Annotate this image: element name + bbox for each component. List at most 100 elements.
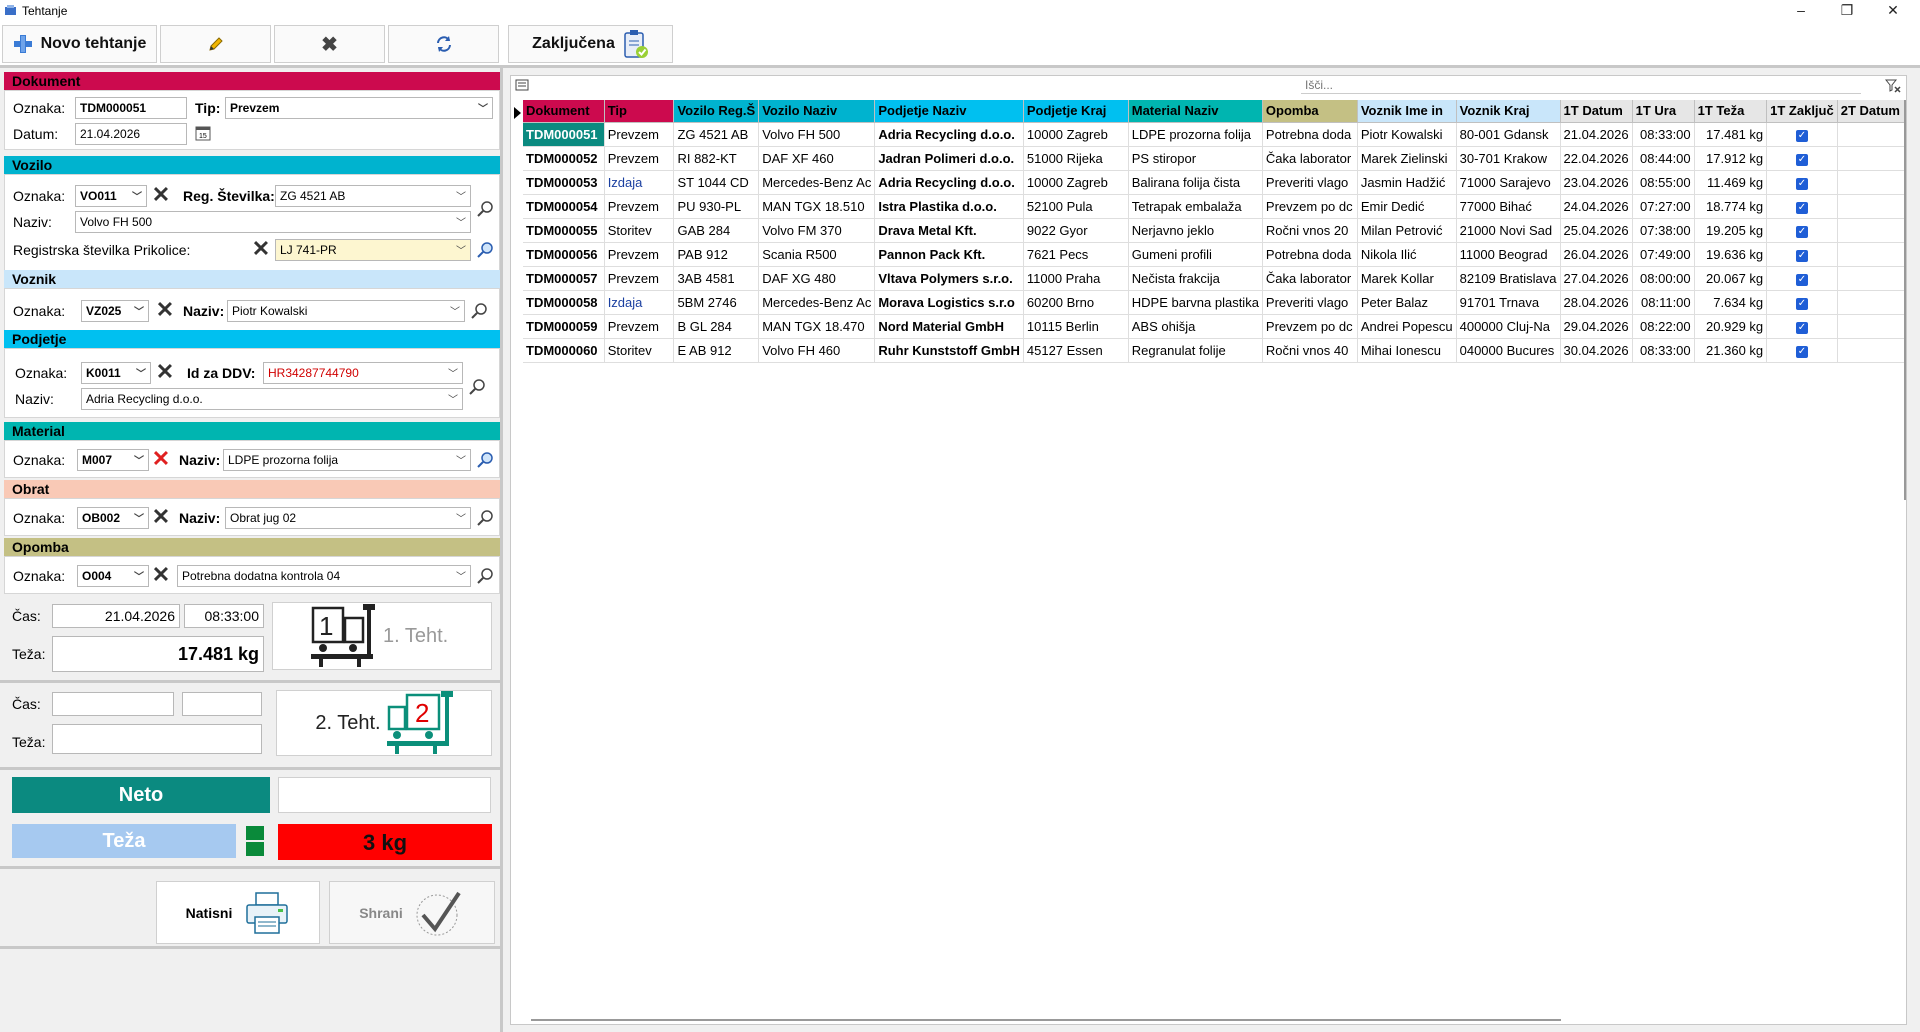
clear-obrat-icon[interactable]: ✕: [151, 506, 171, 528]
search-icon[interactable]: [475, 508, 495, 528]
maximize-button[interactable]: ❐: [1824, 0, 1870, 22]
teht1-datum-field[interactable]: 21.04.2026: [52, 604, 180, 628]
table-cell: Regranulat folije: [1128, 338, 1263, 363]
print-label: Natisni: [185, 904, 233, 921]
dokument-section: Oznaka: TDM000051 Tip: Prevzem ﹀ Datum: 2…: [4, 90, 500, 150]
dokument-datum-field[interactable]: 21.04.2026: [75, 123, 187, 145]
checkbox-checked-icon[interactable]: ✓: [1795, 298, 1808, 310]
calendar-icon[interactable]: 15: [195, 125, 211, 141]
search-icon[interactable]: [475, 199, 495, 219]
obrat-naziv-select[interactable]: Obrat jug 02 ﹀: [225, 507, 471, 529]
table-row[interactable]: TDM000054 Prevzem PU 930-PL MAN TGX 18.510 I…: [523, 194, 1907, 219]
table-cell: TDM000059: [523, 314, 605, 339]
opomba-naziv-select[interactable]: Potrebna dodatna kontrola 04 ﹀: [177, 565, 471, 587]
table-row[interactable]: TDM000057 Prevzem 3AB 4581 DAF XG 480 Vltava…: [523, 266, 1907, 291]
table-cell: 17.912 kg: [1694, 146, 1768, 171]
column-header[interactable]: Voznik Ime in: [1357, 100, 1457, 123]
save-button[interactable]: Shrani: [329, 881, 495, 944]
dokument-oznaka-label: Oznaka:: [13, 100, 66, 116]
column-header[interactable]: Opomba: [1262, 100, 1358, 123]
column-header[interactable]: Voznik Kraj: [1456, 100, 1561, 123]
table-row[interactable]: TDM000060 Storitev E AB 912 Volvo FH 460 Ruh…: [523, 338, 1907, 363]
column-header[interactable]: 1T Teža: [1694, 100, 1768, 123]
checkbox-checked-icon[interactable]: ✓: [1795, 250, 1808, 262]
minimize-button[interactable]: –: [1778, 0, 1824, 22]
table-cell: Milan Petrović: [1357, 218, 1457, 243]
teht2-datum-field[interactable]: [52, 692, 174, 716]
material-naziv-select[interactable]: LDPE prozorna folija ﹀: [223, 449, 471, 471]
vozilo-oznaka-select[interactable]: VO011 ﹀: [75, 185, 147, 207]
column-header[interactable]: Material Naziv: [1128, 100, 1263, 123]
closed-toggle-button[interactable]: Zaključena: [508, 25, 673, 63]
vozilo-reg-select[interactable]: ZG 4521 AB ﹀: [275, 185, 471, 207]
opomba-oznaka-select[interactable]: O004 ﹀: [77, 565, 149, 587]
search-icon[interactable]: [475, 450, 495, 470]
checkbox-checked-icon[interactable]: ✓: [1795, 202, 1808, 214]
search-icon[interactable]: [475, 566, 495, 586]
podjetje-ddv-select[interactable]: HR34287744790 ﹀: [263, 362, 463, 384]
teht2-teza-field[interactable]: [52, 724, 262, 754]
column-header[interactable]: Tip: [604, 100, 675, 123]
column-header[interactable]: Dokument: [523, 100, 605, 123]
table-row[interactable]: TDM000052 Prevzem RI 882-KT DAF XF 460 Jadra…: [523, 146, 1907, 171]
checkbox-checked-icon[interactable]: ✓: [1795, 322, 1808, 334]
podjetje-naziv-select[interactable]: Adria Recycling d.o.o. ﹀: [81, 388, 463, 410]
search-icon[interactable]: [475, 240, 495, 260]
checkbox-checked-icon[interactable]: ✓: [1795, 130, 1808, 142]
clear-podjetje-icon[interactable]: ✕: [155, 361, 175, 383]
column-header[interactable]: Podjetje Naziv: [874, 100, 1024, 123]
clear-voznik-icon[interactable]: ✕: [155, 299, 175, 321]
checkbox-checked-icon[interactable]: ✓: [1795, 226, 1808, 238]
checkbox-checked-icon[interactable]: ✓: [1795, 346, 1808, 358]
column-chooser-icon[interactable]: [515, 78, 529, 92]
horizontal-scrollbar[interactable]: [531, 1019, 1561, 1021]
weighing-2-button[interactable]: 2. Teht. 2: [276, 690, 492, 756]
search-icon[interactable]: [469, 301, 489, 321]
teht2-ura-field[interactable]: [182, 692, 262, 716]
column-header[interactable]: 1T Datum: [1560, 100, 1633, 123]
checkbox-checked-icon[interactable]: ✓: [1795, 154, 1808, 166]
table-row[interactable]: TDM000051 Prevzem ZG 4521 AB Volvo FH 500 Ad…: [523, 122, 1907, 147]
checkbox-checked-icon[interactable]: ✓: [1795, 178, 1808, 190]
column-header[interactable]: Vozilo Reg.Š: [673, 100, 760, 123]
teht1-ura-field[interactable]: 08:33:00: [184, 604, 264, 628]
edit-button[interactable]: [160, 25, 271, 63]
dokument-tip-select[interactable]: Prevzem ﹀: [225, 97, 493, 119]
material-oznaka-select[interactable]: M007 ﹀: [77, 449, 149, 471]
clear-prikolica-icon[interactable]: ✕: [251, 238, 271, 260]
delete-button[interactable]: ✖: [274, 25, 385, 63]
table-row[interactable]: TDM000059 Prevzem B GL 284 MAN TGX 18.470 No…: [523, 314, 1907, 339]
weighing-1-button[interactable]: 1 1. Teht.: [272, 602, 492, 670]
voznik-naziv-select[interactable]: Piotr Kowalski ﹀: [227, 300, 465, 322]
clear-filter-icon[interactable]: [1885, 78, 1901, 94]
checkbox-checked-icon[interactable]: ✓: [1795, 274, 1808, 286]
table-row[interactable]: TDM000053 Izdaja ST 1044 CD Mercedes-Benz A…: [523, 170, 1907, 195]
table-row[interactable]: TDM000058 Izdaja 5BM 2746 Mercedes-Benz Ac M…: [523, 290, 1907, 315]
column-header[interactable]: Vozilo Naziv: [758, 100, 876, 123]
grid-search-input[interactable]: [1301, 76, 1861, 94]
obrat-oznaka-select[interactable]: OB002 ﹀: [77, 507, 149, 529]
vozilo-prikolica-select[interactable]: LJ 741-PR ﹀: [275, 239, 471, 261]
column-header[interactable]: 1T Ura: [1632, 100, 1695, 123]
search-icon[interactable]: [467, 377, 487, 397]
vozilo-naziv-select[interactable]: Volvo FH 500 ﹀: [75, 211, 471, 233]
dokument-header: Dokument: [4, 72, 500, 90]
column-header[interactable]: 1T Zaključ: [1766, 100, 1838, 123]
clear-material-icon[interactable]: ✕: [151, 448, 171, 470]
new-weighing-button[interactable]: Novo tehtanje: [2, 25, 157, 63]
clear-vozilo-icon[interactable]: ✕: [151, 184, 171, 206]
table-row[interactable]: TDM000055 Storitev GAB 284 Volvo FM 370 Drav…: [523, 218, 1907, 243]
close-window-button[interactable]: ✕: [1870, 0, 1916, 22]
table-row[interactable]: TDM000056 Prevzem PAB 912 Scania R500 Pannon…: [523, 242, 1907, 267]
table-cell: 10000 Zagreb: [1023, 170, 1129, 195]
column-header[interactable]: 2T Datum: [1837, 100, 1907, 123]
teht1-teza-field[interactable]: 17.481 kg: [52, 636, 264, 672]
clear-opomba-icon[interactable]: ✕: [151, 564, 171, 586]
voznik-oznaka-select[interactable]: VZ025 ﹀: [81, 300, 149, 322]
column-header[interactable]: Podjetje Kraj: [1023, 100, 1129, 123]
podjetje-oznaka-select[interactable]: K0011 ﹀: [81, 362, 151, 384]
refresh-button[interactable]: [388, 25, 499, 63]
print-button[interactable]: Natisni: [156, 881, 320, 944]
vertical-scrollbar[interactable]: [1904, 100, 1906, 500]
dokument-oznaka-field[interactable]: TDM000051: [75, 97, 187, 119]
